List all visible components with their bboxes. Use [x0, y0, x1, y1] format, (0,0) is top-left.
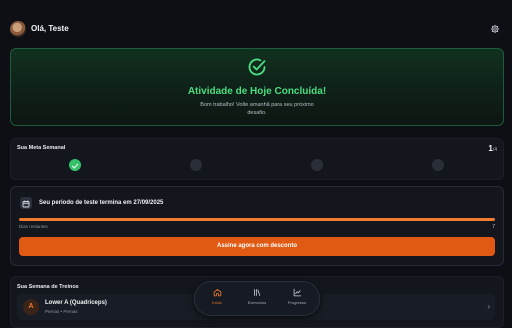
nav-label-inicio: Início — [212, 300, 222, 305]
nav-item-exercicios[interactable]: Exercícios — [237, 288, 277, 310]
check-circle-icon — [248, 58, 266, 76]
weekly-goal-card: Sua Meta Semanal 1/4 — [10, 138, 504, 180]
workout-badge: A — [23, 299, 39, 315]
goal-day-dot — [432, 159, 444, 171]
completion-subtitle: Bom trabalho! Volte amanhã para seu próx… — [200, 102, 314, 116]
chart-icon — [293, 288, 301, 297]
goal-day-dot — [311, 159, 323, 171]
completion-card: Atividade de Hoje Concluída! Bom trabalh… — [10, 48, 504, 126]
library-icon — [253, 289, 260, 296]
nav-item-inicio[interactable]: Início — [197, 288, 237, 310]
weekly-goal-title: Sua Meta Semanal — [17, 145, 66, 151]
nav-label-progresso: Progresso — [287, 300, 307, 305]
home-icon — [213, 289, 221, 297]
goal-total-count: /4 — [492, 147, 497, 153]
calendar-icon — [20, 197, 32, 209]
greeting: Olá, Teste — [31, 24, 69, 33]
trial-card: Seu período de teste termina em 27/09/20… — [10, 186, 504, 266]
chevron-right-icon: › — [487, 302, 490, 311]
nav-label-exercicios: Exercícios — [247, 300, 267, 305]
completion-title: Atividade de Hoje Concluída! — [187, 86, 327, 97]
check-icon — [71, 163, 79, 169]
trial-title: Seu período de teste termina em 27/09/20… — [39, 200, 164, 206]
workout-tags: Pernas • Pernas — [45, 309, 78, 314]
days-remaining-value: 7 — [492, 224, 495, 230]
app-header: Olá, Teste — [10, 21, 502, 41]
trial-progress-fill — [19, 218, 495, 221]
nav-item-progresso[interactable]: Progresso — [277, 288, 317, 310]
trial-progress-bar — [19, 218, 495, 221]
goal-day-dot — [69, 159, 81, 171]
bottom-nav: Início Exercícios Progresso — [194, 281, 320, 316]
weekly-workouts-title: Sua Semana de Treinos — [17, 284, 79, 290]
avatar[interactable] — [10, 21, 26, 37]
workout-name: Lower A (Quadríceps) — [45, 300, 107, 306]
gear-icon[interactable] — [490, 24, 500, 34]
days-remaining-label: Dias restantes — [19, 224, 48, 229]
weekly-goal-count: 1/4 — [488, 144, 497, 153]
goal-day-dot — [190, 159, 202, 171]
subscribe-button[interactable]: Assine agora com desconto — [19, 237, 495, 256]
